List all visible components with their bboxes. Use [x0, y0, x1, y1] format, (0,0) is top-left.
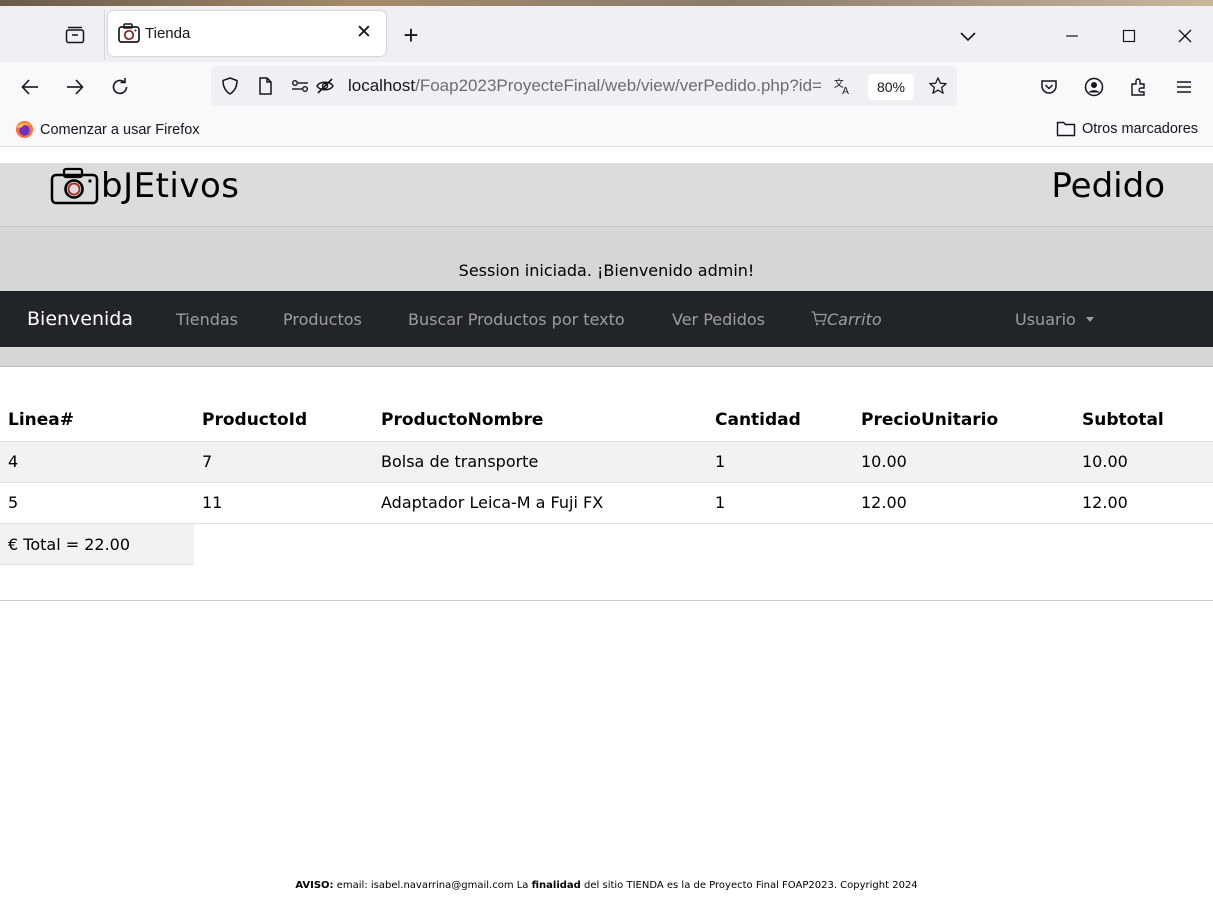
tracking-blocked-icon[interactable] — [315, 76, 335, 96]
table-cell: 10.00 — [1074, 441, 1213, 483]
table-row: 4 7 Bolsa de transporte 1 10.00 10.00 — [0, 441, 1213, 483]
table-row: 5 11 Adaptador Leica-M a Fuji FX 1 12.00… — [0, 482, 1213, 524]
column-header: ProductoNombre — [373, 400, 707, 442]
nav-item-ver-pedidos[interactable]: Ver Pedidos — [672, 310, 765, 329]
back-button[interactable] — [17, 74, 43, 100]
nav-item-productos[interactable]: Productos — [283, 310, 362, 329]
session-message: Session iniciada. ¡Bienvenido admin! — [458, 261, 755, 280]
order-total: € Total = 22.00 — [0, 524, 194, 565]
page-title: Pedido — [1051, 166, 1165, 206]
content-divider — [0, 600, 1213, 601]
page-info-icon[interactable] — [255, 76, 275, 96]
nav-item-carrito[interactable]: Carrito — [811, 310, 882, 329]
column-header: Subtotal — [1074, 400, 1213, 442]
tab-title: Tienda — [145, 25, 191, 42]
order-lines-table: Linea# ProductoId ProductoNombre Cantida… — [0, 400, 1213, 524]
browser-toolbar: localhost/Foap2023ProyecteFinal/web/view… — [0, 62, 1213, 112]
tab-close-icon[interactable]: ✕ — [354, 23, 374, 43]
table-cell: 1 — [707, 441, 853, 483]
shield-icon[interactable] — [220, 76, 240, 96]
account-icon[interactable] — [1081, 74, 1107, 100]
site-header: bJEtivos Pedido — [0, 163, 1213, 227]
table-header-row: Linea# ProductoId ProductoNombre Cantida… — [0, 400, 1213, 442]
bookmarks-toolbar: Comenzar a usar Firefox Otros marcadores — [0, 112, 1213, 147]
table-cell: 12.00 — [853, 482, 1074, 524]
footer-aviso-label: AVISO: — [295, 880, 334, 891]
site-logo-text[interactable]: bJEtivos — [101, 166, 240, 206]
list-all-tabs-chevron-icon[interactable] — [956, 24, 980, 48]
table-cell: 4 — [0, 441, 194, 483]
bookmark-firefox[interactable]: Comenzar a usar Firefox — [15, 120, 200, 139]
table-cell: 7 — [194, 441, 373, 483]
main-navbar: Bienvenida Tiendas Productos Buscar Prod… — [0, 291, 1213, 347]
camera-favicon-icon — [118, 23, 140, 43]
forward-arrow-icon — [67, 79, 84, 95]
cart-icon — [811, 311, 827, 326]
window-maximize-icon[interactable] — [1115, 22, 1143, 50]
pocket-icon[interactable] — [1036, 74, 1062, 100]
permissions-icon[interactable] — [290, 76, 310, 96]
page-footer: AVISO: email: isabel.navarrina@gmail.com… — [0, 880, 1213, 891]
nav-item-carrito-label: Carrito — [827, 310, 882, 329]
footer-finalidad: finalidad — [531, 880, 581, 891]
tab-bar: Tienda ✕ + — [0, 6, 1213, 62]
footer-text-2: del sitio TIENDA es la de Proyecto Final… — [584, 880, 918, 891]
extensions-icon[interactable] — [1126, 74, 1152, 100]
table-cell: 11 — [194, 482, 373, 524]
column-header: Cantidad — [707, 400, 853, 442]
web-page: bJEtivos Pedido Session iniciada. ¡Bienv… — [0, 147, 1213, 908]
camera-logo-icon — [50, 167, 99, 205]
nav-item-tiendas[interactable]: Tiendas — [176, 310, 238, 329]
back-arrow-icon — [21, 79, 38, 95]
bookmark-other-label: Otros marcadores — [1082, 120, 1199, 137]
bookmark-firefox-label: Comenzar a usar Firefox — [40, 121, 200, 138]
bookmark-star-icon[interactable] — [928, 76, 948, 96]
navbar-brand[interactable]: Bienvenida — [27, 308, 133, 330]
nav-item-buscar-productos[interactable]: Buscar Productos por texto — [408, 310, 625, 329]
url-path: /Foap2023ProyecteFinal/web/view/verPedid… — [415, 76, 822, 95]
window-minimize-icon[interactable] — [1058, 22, 1086, 50]
firefox-view-icon — [65, 26, 85, 44]
footer-text-1: email: isabel.navarrina@gmail.com La — [336, 880, 529, 891]
session-bar: Session iniciada. ¡Bienvenido admin! — [0, 227, 1213, 291]
bookmark-other-folder[interactable]: Otros marcadores — [1056, 120, 1198, 137]
column-header: PrecioUnitario — [853, 400, 1074, 442]
sub-header-bar — [0, 347, 1213, 367]
nav-item-usuario-dropdown[interactable]: Usuario — [1015, 310, 1094, 329]
firefox-view-button[interactable] — [58, 20, 92, 50]
firefox-logo-icon — [15, 120, 34, 139]
folder-icon — [1056, 121, 1076, 137]
table-cell: Bolsa de transporte — [373, 441, 707, 483]
table-cell: 12.00 — [1074, 482, 1213, 524]
reload-button[interactable] — [107, 74, 133, 100]
menu-hamburger-icon[interactable] — [1171, 74, 1197, 100]
forward-button[interactable] — [62, 74, 88, 100]
reload-icon — [112, 78, 128, 95]
table-cell: 1 — [707, 482, 853, 524]
url-bar[interactable]: localhost/Foap2023ProyecteFinal/web/view… — [211, 66, 957, 106]
tab-separator — [104, 10, 105, 60]
url-host: localhost — [348, 76, 416, 95]
dropdown-caret-icon — [1085, 317, 1094, 322]
translate-icon[interactable]: 文A — [833, 76, 853, 97]
column-header: ProductoId — [194, 400, 373, 442]
new-tab-button[interactable]: + — [398, 22, 424, 49]
url-text[interactable]: localhost/Foap2023ProyecteFinal/web/view… — [348, 76, 826, 96]
zoom-level-button[interactable]: 80% — [868, 74, 914, 100]
tab-tienda[interactable]: Tienda ✕ — [108, 11, 386, 56]
svg-text:A: A — [842, 86, 849, 97]
table-cell: Adaptador Leica-M a Fuji FX — [373, 482, 707, 524]
table-cell: 10.00 — [853, 441, 1074, 483]
column-header: Linea# — [0, 400, 194, 442]
nav-item-usuario-label: Usuario — [1015, 310, 1076, 329]
window-close-icon[interactable] — [1171, 22, 1199, 50]
table-cell: 5 — [0, 482, 194, 524]
